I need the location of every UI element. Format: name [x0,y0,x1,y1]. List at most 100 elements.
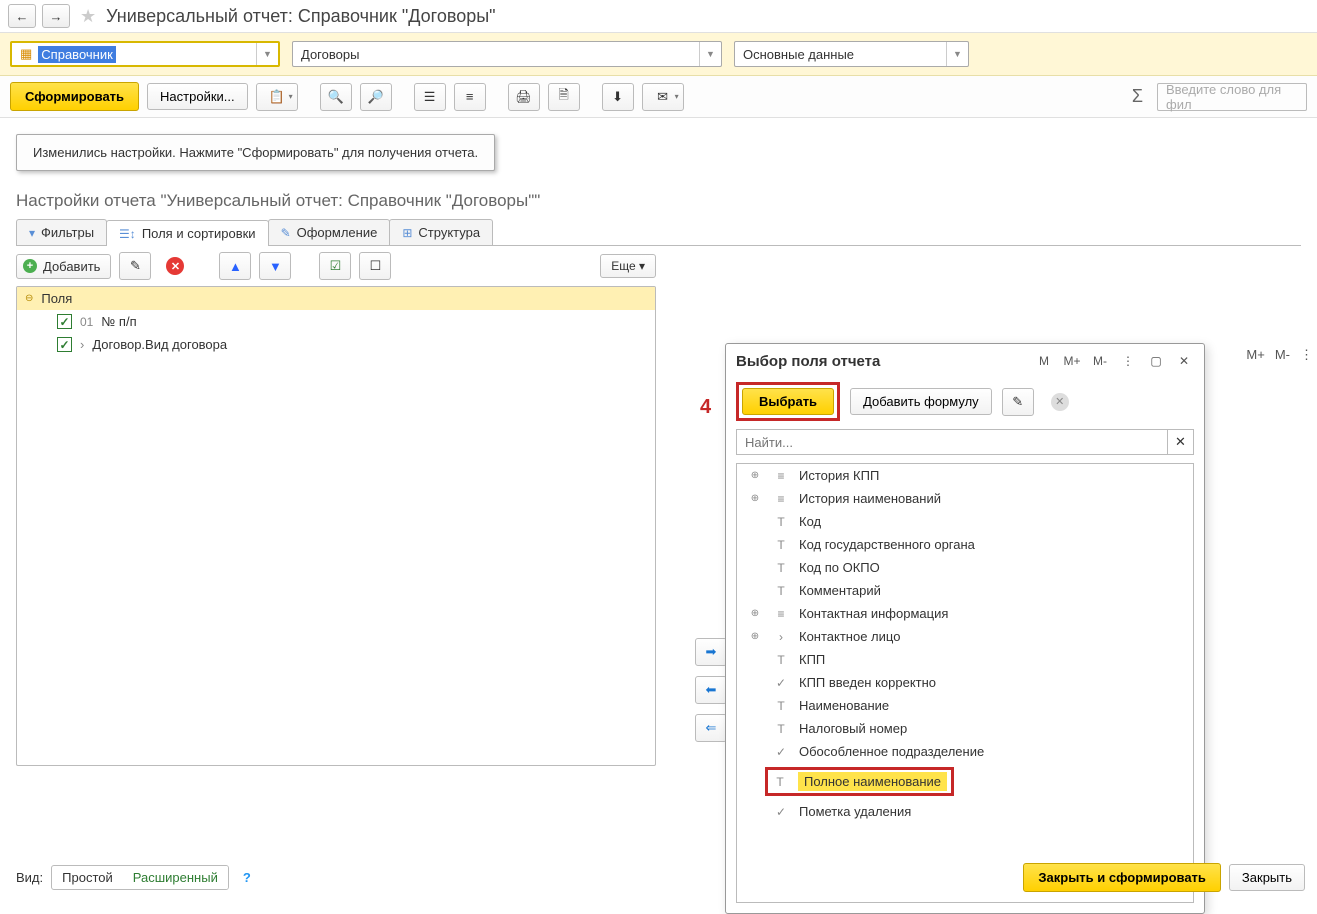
settings-button[interactable]: Настройки... [147,83,248,110]
structure-icon: ⊞ [402,226,412,240]
add-field-button[interactable]: + Добавить [16,254,111,279]
expand-icon[interactable]: ⊕ [747,631,763,642]
tab-filters[interactable]: ▾Фильтры [16,219,107,245]
field-label: Комментарий [799,583,881,598]
field-label: Обособленное подразделение [799,744,984,759]
tab-fields-sorting[interactable]: ☰↕Поля и сортировки [106,220,269,246]
field-label: Код по ОКПО [799,560,880,575]
field-label: Налоговый номер [799,721,907,736]
expand-icon[interactable]: ⊕ [747,470,763,481]
field-row[interactable]: TНалоговый номер [737,717,1193,740]
save-button[interactable]: ⬇ [602,83,634,111]
checkbox-icon[interactable]: ✓ [57,337,72,352]
edit-field-button[interactable]: ✎ [119,252,151,280]
dropdown-icon[interactable]: ▼ [256,43,278,65]
view-advanced-button[interactable]: Расширенный [123,866,228,889]
row-number: 01 [80,315,93,329]
move-right-button[interactable]: ➡ [695,638,727,666]
field-row[interactable]: ✓ Обособленное подразделение [737,740,1193,763]
field-label: Контактное лицо [799,629,900,644]
titlebar: ← → ★ Универсальный отчет: Справочник "Д… [0,0,1317,33]
find-next-button[interactable]: 🔎 [360,83,392,111]
table-combo-value: Основные данные [743,47,854,62]
text-type-icon: T [773,699,789,713]
expand-icon[interactable]: ⊕ [747,608,763,619]
check-type-icon: ✓ [773,745,789,759]
nav-forward-button[interactable]: → [42,4,70,28]
close-button[interactable]: Закрыть [1229,864,1305,891]
field-search-input[interactable] [736,429,1168,455]
delete-formula-button[interactable]: ✕ [1044,388,1076,416]
clear-search-button[interactable]: ✕ [1168,429,1194,455]
collapse-all-button[interactable]: ≡ [454,83,486,111]
nav-back-button[interactable]: ← [8,4,36,28]
print-button[interactable]: 🖨 [508,83,540,111]
more-menu-button[interactable]: Еще ▾ [600,254,656,278]
generate-button[interactable]: Сформировать [10,82,139,111]
available-fields-list[interactable]: ⊕≡История КПП⊕≡История наименованийTКодT… [736,463,1194,903]
view-label: Вид: [16,870,43,885]
fields-tree[interactable]: ⊖ Поля ✓01№ п/п✓›Договор.Вид договора [16,286,656,766]
field-row[interactable]: TКод по ОКПО [737,556,1193,579]
field-row[interactable]: ⊕≡История наименований [737,487,1193,510]
delete-field-button[interactable]: ✕ [159,252,191,280]
field-row[interactable]: ⊕≡Контактная информация [737,602,1193,625]
mem-mplus-button[interactable]: M+ [1062,352,1082,370]
expand-icon[interactable]: › [80,337,84,352]
select-field-button[interactable]: Выбрать [742,388,834,415]
move-up-button[interactable]: ▲ [219,252,251,280]
field-row[interactable]: TНаименование [737,694,1193,717]
tree-root-label: Поля [41,291,72,306]
field-row[interactable]: T Комментарий [737,579,1193,602]
type-combo-value: Справочник [38,46,116,63]
move-down-button[interactable]: ▼ [259,252,291,280]
move-left-button[interactable]: ⬅ [695,676,727,704]
expand-icon[interactable]: ⊕ [747,493,763,504]
checkbox-icon[interactable]: ✓ [57,314,72,329]
view-simple-button[interactable]: Простой [52,866,123,889]
field-row[interactable]: TПолное наименование [737,763,1193,800]
tree-row[interactable]: ✓01№ п/п [17,310,655,333]
move-all-left-button[interactable]: ⇐ [695,714,727,742]
sigma-icon[interactable]: Σ [1132,86,1143,107]
close-and-generate-button[interactable]: Закрыть и сформировать [1023,863,1221,892]
uncheck-all-button[interactable]: ☐ [359,252,391,280]
text-type-icon: T [773,584,789,598]
field-row[interactable]: ⊕≡История КПП [737,464,1193,487]
tab-structure[interactable]: ⊞Структура [389,219,493,245]
page-title: Универсальный отчет: Справочник "Договор… [106,6,495,27]
object-combo[interactable]: Договоры ▼ [292,41,722,67]
main-toolbar: Сформировать Настройки... 📋 🔍 🔎 ☰ ≡ 🖨 🗎 … [0,76,1317,118]
mem-mminus-button[interactable]: M- [1090,352,1110,370]
collapse-icon: ⊖ [25,293,33,304]
field-row[interactable]: TКод государственного органа [737,533,1193,556]
maximize-icon[interactable]: ▢ [1146,352,1166,370]
favorite-star-icon[interactable]: ★ [80,6,96,27]
tree-row[interactable]: ✓›Договор.Вид договора [17,333,655,356]
expand-all-button[interactable]: ☰ [414,83,446,111]
mem-m-button[interactable]: M [1034,352,1054,370]
field-row[interactable]: TКПП [737,648,1193,671]
field-row[interactable]: ⊕›Контактное лицо [737,625,1193,648]
check-all-button[interactable]: ☑ [319,252,351,280]
more-icon[interactable]: ⋮ [1118,352,1138,370]
help-icon[interactable]: ? [243,870,251,885]
table-combo[interactable]: Основные данные ▼ [734,41,969,67]
type-combo[interactable]: ▦Справочник ▼ [10,41,280,67]
field-row[interactable]: TКод [737,510,1193,533]
send-button[interactable]: ✉ [642,83,684,111]
tree-root-row[interactable]: ⊖ Поля [17,287,655,310]
edit-formula-button[interactable]: ✎ [1002,388,1034,416]
dropdown-icon[interactable]: ▼ [699,42,721,66]
field-row[interactable]: ✓Пометка удаления [737,800,1193,823]
add-formula-button[interactable]: Добавить формулу [850,388,992,415]
search-input[interactable]: Введите слово для фил [1157,83,1307,111]
dropdown-icon[interactable]: ▼ [946,42,968,66]
find-button[interactable]: 🔍 [320,83,352,111]
callout-4: 4 [700,396,711,419]
tab-formatting[interactable]: ✎Оформление [268,219,391,245]
variants-button[interactable]: 📋 [256,83,298,111]
field-row[interactable]: ✓КПП введен корректно [737,671,1193,694]
close-icon[interactable]: ✕ [1174,352,1194,370]
print-preview-button[interactable]: 🗎 [548,83,580,111]
